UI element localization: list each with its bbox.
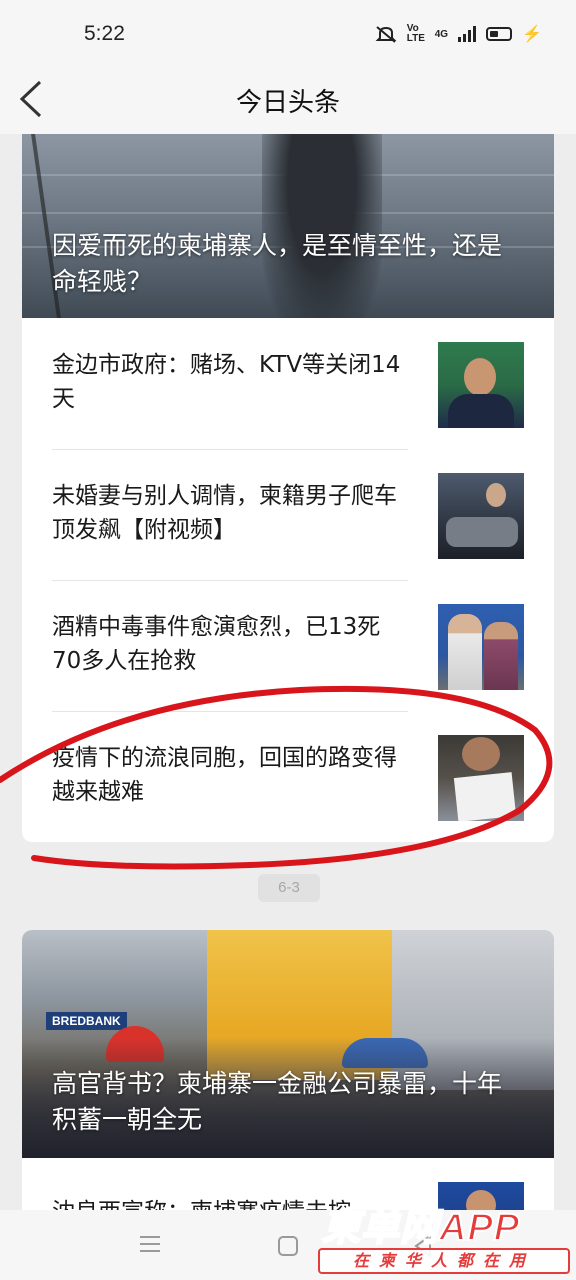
news-thumbnail: [438, 342, 524, 428]
page-indicator: 6-3: [258, 874, 320, 902]
menu-icon[interactable]: [140, 1236, 160, 1254]
battery-icon: [486, 27, 513, 41]
hero-title: 高官背书？柬埔寨一金融公司暴雷，十年积蓄一朝全无: [52, 1069, 503, 1134]
home-icon[interactable]: [278, 1236, 298, 1256]
watermark-slogan: 在柬华人都在用: [318, 1248, 570, 1274]
news-title: 疫情下的流浪同胞，回国的路变得越来越难: [52, 745, 397, 805]
thumbnail-detail: [486, 483, 506, 507]
news-item[interactable]: 金边市政府：赌场、KTV等关闭14天: [52, 318, 524, 449]
hero-title: 因爱而死的柬埔寨人，是至情至性，还是命轻贱？: [52, 231, 503, 296]
thumbnail-detail: [448, 614, 482, 690]
news-thumbnail: [438, 473, 524, 559]
status-icons: Vo LTE 4G ⚡: [375, 24, 542, 44]
network-label: 4G: [434, 28, 449, 40]
thumbnail-detail: [464, 358, 496, 396]
signal-icon: [458, 26, 477, 42]
news-thumbnail: [438, 604, 524, 690]
news-title: 金边市政府：赌场、KTV等关闭14天: [52, 352, 401, 412]
news-item[interactable]: 疫情下的流浪同胞，回国的路变得越来越难: [52, 711, 524, 842]
thumbnail-detail: [484, 622, 518, 690]
mute-bell-icon: [375, 26, 397, 43]
thumbnail-detail: [446, 517, 518, 547]
divider: [52, 711, 408, 712]
watermark-logo-text: 柬单网: [321, 1204, 440, 1250]
news-title: 酒精中毒事件愈演愈烈，已13死70多人在抢救: [52, 614, 381, 674]
thumbnail-detail: [448, 394, 514, 428]
watermark-app-text: APP: [438, 1206, 521, 1250]
nav-bar: 今日头条: [0, 66, 576, 134]
page-title: 今日头条: [235, 88, 340, 118]
status-time: 5:22: [84, 22, 125, 45]
news-title: 未婚妻与别人调情，柬籍男子爬车顶发飙【附视频】: [52, 483, 397, 543]
status-bar: 5:22 Vo LTE 4G ⚡: [0, 0, 576, 66]
news-card: 因爱而死的柬埔寨人，是至情至性，还是命轻贱？ 金边市政府：赌场、KTV等关闭14…: [22, 134, 554, 842]
news-card: BREDBANK 高官背书？柬埔寨一金融公司暴雷，十年积蓄一朝全无 沈良西宣称：…: [22, 930, 554, 1230]
watermark-logo: 柬单网APP: [321, 1196, 521, 1251]
thumbnail-detail: [462, 737, 500, 771]
news-thumbnail: [438, 735, 524, 821]
divider: [52, 449, 408, 450]
watermark: 柬单网APP 在柬华人都在用: [318, 1196, 574, 1278]
charging-icon: ⚡: [522, 26, 542, 43]
hero-news[interactable]: 因爱而死的柬埔寨人，是至情至性，还是命轻贱？: [22, 134, 554, 318]
thumbnail-detail: [453, 772, 517, 821]
news-item[interactable]: 酒精中毒事件愈演愈烈，已13死70多人在抢救: [52, 580, 524, 711]
hero-sign: BREDBANK: [46, 1012, 127, 1030]
volte-label: Vo LTE: [406, 23, 425, 44]
divider: [52, 580, 408, 581]
news-item[interactable]: 未婚妻与别人调情，柬籍男子爬车顶发飙【附视频】: [52, 449, 524, 580]
hero-news[interactable]: BREDBANK 高官背书？柬埔寨一金融公司暴雷，十年积蓄一朝全无: [22, 930, 554, 1158]
